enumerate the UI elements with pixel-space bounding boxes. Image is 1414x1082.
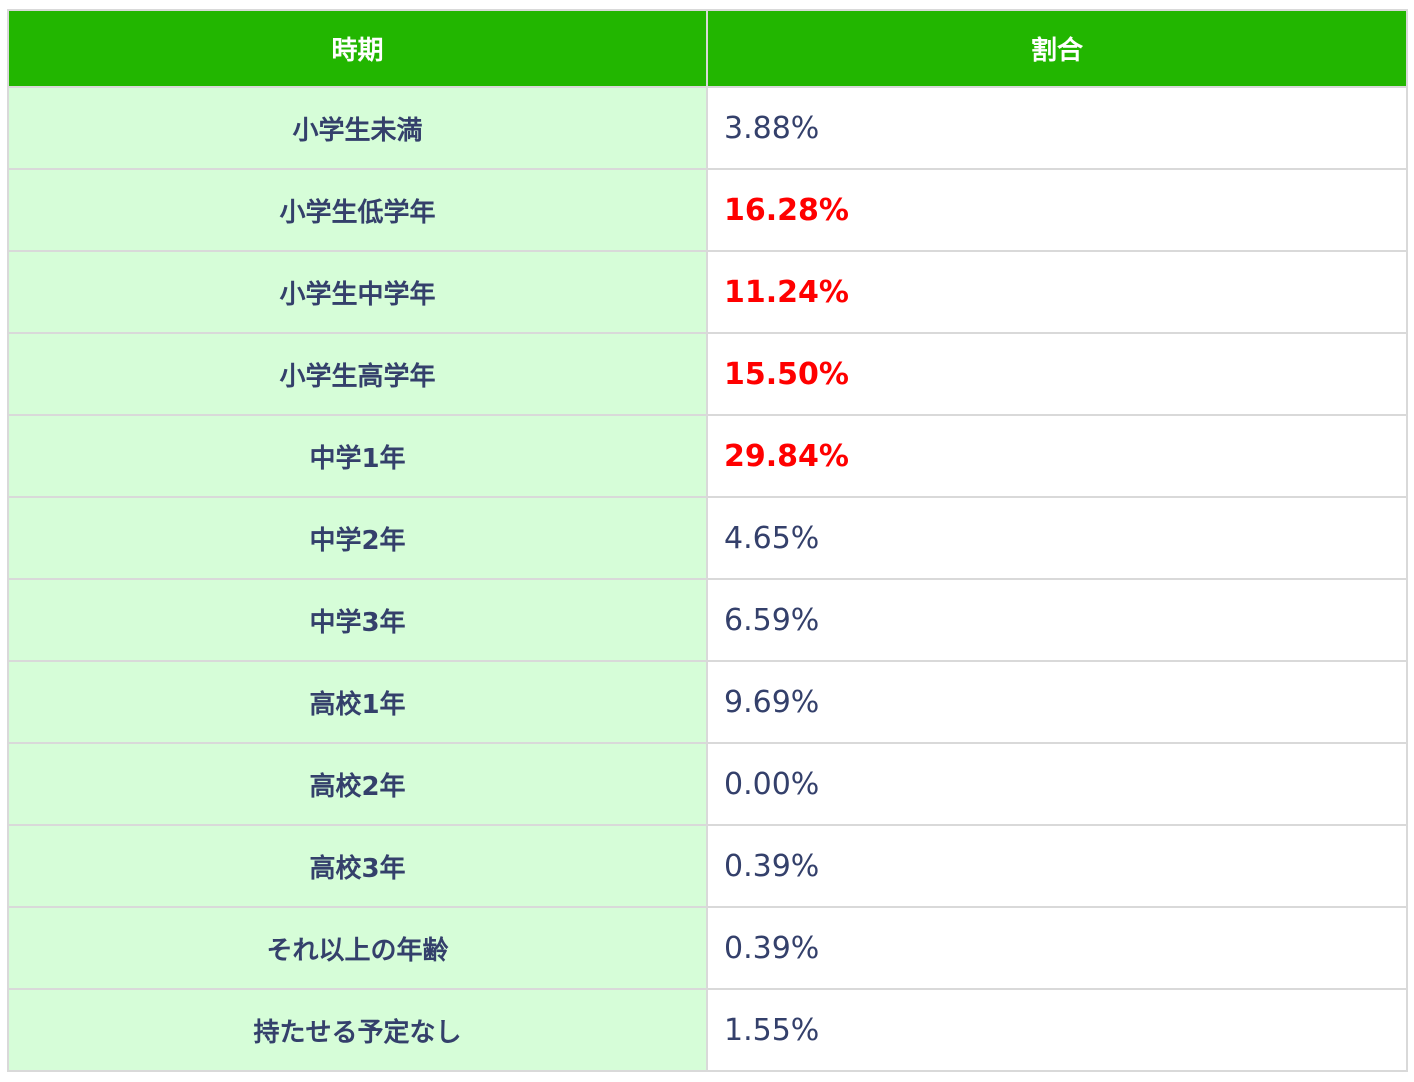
rate-cell: 0.39%	[706, 824, 1408, 908]
table-row: 中学1年 29.84%	[7, 414, 1408, 498]
rate-cell: 29.84%	[706, 414, 1408, 498]
table-row: 小学生低学年 16.28%	[7, 168, 1408, 252]
rate-cell: 0.00%	[706, 742, 1408, 826]
table-row: それ以上の年齢 0.39%	[7, 906, 1408, 990]
table-header-row: 時期 割合	[7, 9, 1408, 88]
rate-cell: 15.50%	[706, 332, 1408, 416]
rate-cell: 9.69%	[706, 660, 1408, 744]
table-row: 中学2年 4.65%	[7, 496, 1408, 580]
table-row: 小学生未満 3.88%	[7, 86, 1408, 170]
table-row: 高校1年 9.69%	[7, 660, 1408, 744]
rate-cell: 16.28%	[706, 168, 1408, 252]
table-row: 高校3年 0.39%	[7, 824, 1408, 908]
period-cell: 小学生中学年	[7, 250, 708, 334]
period-cell: 中学1年	[7, 414, 708, 498]
header-period: 時期	[7, 9, 708, 88]
period-cell: 高校2年	[7, 742, 708, 826]
table-row: 小学生高学年 15.50%	[7, 332, 1408, 416]
table-row: 高校2年 0.00%	[7, 742, 1408, 826]
period-cell: 中学3年	[7, 578, 708, 662]
period-cell: 高校1年	[7, 660, 708, 744]
rate-cell: 6.59%	[706, 578, 1408, 662]
period-cell: それ以上の年齢	[7, 906, 708, 990]
rate-cell: 0.39%	[706, 906, 1408, 990]
table-row: 小学生中学年 11.24%	[7, 250, 1408, 334]
period-cell: 小学生低学年	[7, 168, 708, 252]
data-table-container: 時期 割合 小学生未満 3.88% 小学生低学年 16.28% 小学生中学年 1…	[7, 9, 1408, 1072]
table-row: 持たせる予定なし 1.55%	[7, 988, 1408, 1072]
rate-cell: 1.55%	[706, 988, 1408, 1072]
header-rate: 割合	[706, 9, 1408, 88]
rate-cell: 4.65%	[706, 496, 1408, 580]
table-row: 中学3年 6.59%	[7, 578, 1408, 662]
period-cell: 持たせる予定なし	[7, 988, 708, 1072]
period-cell: 小学生未満	[7, 86, 708, 170]
period-cell: 高校3年	[7, 824, 708, 908]
period-rate-table: 時期 割合 小学生未満 3.88% 小学生低学年 16.28% 小学生中学年 1…	[7, 9, 1408, 1072]
rate-cell: 3.88%	[706, 86, 1408, 170]
period-cell: 中学2年	[7, 496, 708, 580]
rate-cell: 11.24%	[706, 250, 1408, 334]
period-cell: 小学生高学年	[7, 332, 708, 416]
